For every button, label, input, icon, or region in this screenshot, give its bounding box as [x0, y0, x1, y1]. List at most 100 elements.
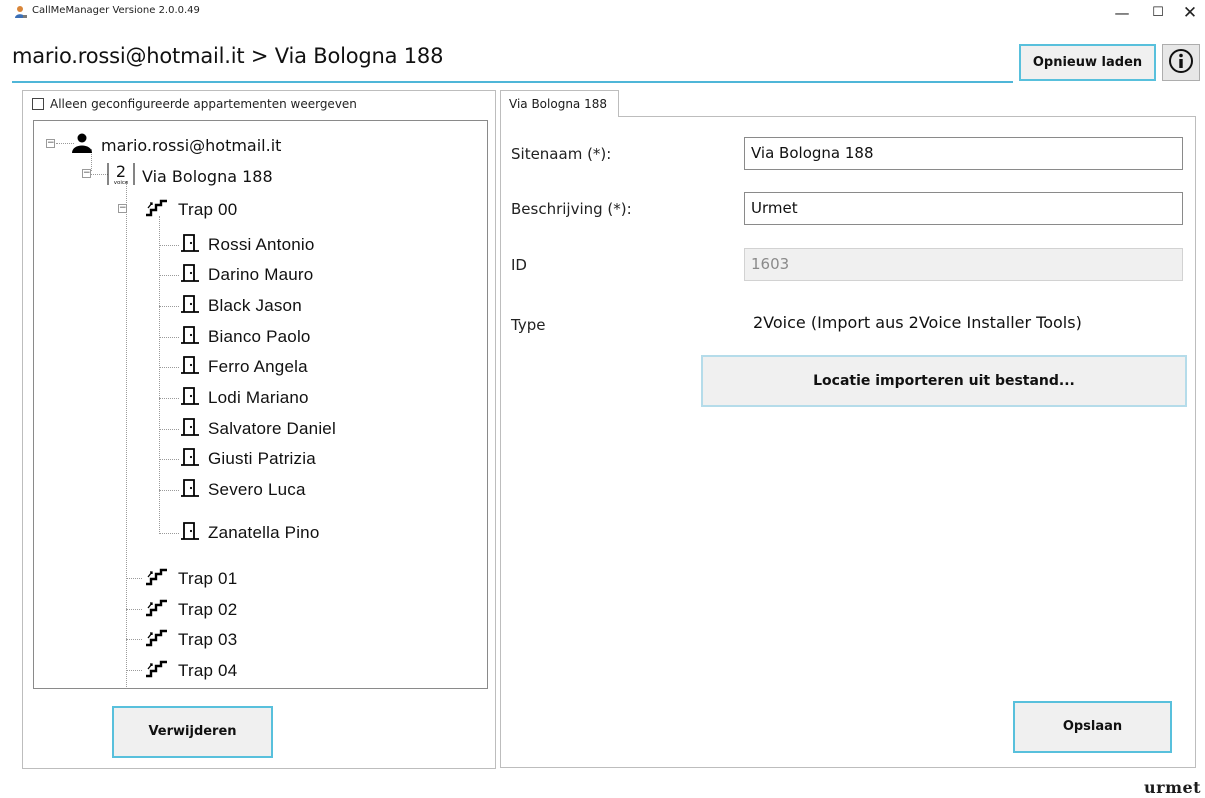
stairs-icon — [144, 199, 170, 221]
close-button[interactable]: ✕ — [1172, 2, 1205, 24]
tree-line — [159, 367, 179, 368]
title-bar: CallMeManager Versione 2.0.0.49 — ☐ ✕ — [0, 0, 1205, 26]
site-tree[interactable]: − mario.rossi@hotmail.it − 2 voice Via B… — [33, 120, 488, 689]
tree-user-node[interactable]: mario.rossi@hotmail.it — [71, 133, 281, 157]
tree-expander[interactable]: − — [118, 204, 127, 213]
filter-checkbox[interactable] — [32, 98, 44, 110]
minimize-button[interactable]: — — [1104, 2, 1140, 24]
door-icon — [180, 325, 200, 349]
tree-site-label: Via Bologna 188 — [142, 166, 273, 186]
tree-line — [159, 337, 179, 338]
type-value: 2Voice (Import aus 2Voice Installer Tool… — [753, 313, 1082, 332]
tree-line — [159, 490, 179, 491]
door-icon — [180, 233, 200, 257]
breadcrumb: mario.rossi@hotmail.it > Via Bologna 188 — [12, 44, 444, 68]
tree-line — [126, 578, 142, 579]
stairs-icon — [144, 660, 170, 682]
tree-stair-node[interactable]: Trap 04 — [144, 660, 237, 682]
tree-line — [126, 670, 142, 671]
tree-expander[interactable]: − — [82, 169, 91, 178]
filter-checkbox-row[interactable]: Alleen geconfigureerde appartementen wee… — [32, 96, 357, 112]
type-label: Type — [511, 316, 546, 334]
tree-apartment-label: Giusti Patrizia — [208, 449, 316, 468]
tree-stair-node[interactable]: Trap 00 — [144, 199, 237, 221]
tree-line — [159, 275, 179, 276]
description-input[interactable]: Urmet — [744, 192, 1183, 225]
tree-apartment-node[interactable]: Rossi Antonio — [180, 233, 315, 257]
svg-text:voice: voice — [114, 180, 129, 186]
import-location-button[interactable]: Locatie importeren uit bestand... — [701, 355, 1187, 407]
delete-button[interactable]: Verwijderen — [112, 706, 273, 758]
stairs-icon — [144, 629, 170, 651]
tree-stair-node[interactable]: Trap 03 — [144, 629, 237, 651]
save-button[interactable]: Opslaan — [1013, 701, 1172, 753]
tree-line — [126, 609, 142, 610]
tree-stair-label: Trap 01 — [178, 569, 238, 588]
door-icon — [180, 294, 200, 318]
tree-stair-label: Trap 03 — [178, 630, 238, 649]
maximize-button[interactable]: ☐ — [1140, 2, 1176, 24]
2voice-icon: 2 voice — [106, 161, 136, 191]
filter-checkbox-label: Alleen geconfigureerde appartementen wee… — [50, 97, 357, 111]
tree-stair-label: Trap 02 — [178, 600, 238, 619]
tree-apartment-label: Ferro Angela — [208, 357, 308, 376]
tree-apartment-label: Lodi Mariano — [208, 388, 309, 407]
tree-apartment-node[interactable]: Severo Luca — [180, 478, 306, 502]
tree-stair-node[interactable]: Trap 02 — [144, 599, 237, 621]
tree-line — [126, 181, 127, 687]
urmet-logo: urmet — [1144, 778, 1202, 797]
tree-apartment-label: Bianco Paolo — [208, 327, 311, 346]
tree-line — [159, 216, 160, 534]
description-label: Beschrijving (*): — [511, 200, 632, 218]
tree-user-label: mario.rossi@hotmail.it — [101, 135, 282, 155]
tree-stair-node[interactable]: Trap 01 — [144, 568, 237, 590]
tree-apartment-node[interactable]: Lodi Mariano — [180, 386, 309, 410]
door-icon — [180, 417, 200, 441]
tab-site[interactable]: Via Bologna 188 — [500, 90, 619, 117]
info-icon — [1168, 48, 1194, 78]
door-icon — [180, 447, 200, 471]
header-underline — [12, 81, 1013, 83]
tree-stair-label: Trap 04 — [178, 661, 238, 680]
id-label: ID — [511, 256, 527, 274]
info-button[interactable] — [1162, 44, 1200, 81]
site-name-input[interactable]: Via Bologna 188 — [744, 137, 1183, 170]
tree-apartment-label: Rossi Antonio — [208, 235, 315, 254]
tree-line — [159, 306, 179, 307]
tree-apartment-node[interactable]: Ferro Angela — [180, 355, 308, 379]
tree-apartment-label: Darino Mauro — [208, 265, 314, 284]
window-title: CallMeManager Versione 2.0.0.49 — [32, 5, 200, 16]
tree-stair-label: Trap 00 — [178, 200, 238, 219]
tree-apartment-node[interactable]: Zanatella Pino — [180, 521, 319, 545]
door-icon — [180, 355, 200, 379]
id-field: 1603 — [744, 248, 1183, 281]
tree-line — [159, 245, 179, 246]
stairs-icon — [144, 568, 170, 590]
tree-line — [159, 459, 179, 460]
tree-site-node[interactable]: 2 voice Via Bologna 188 — [106, 161, 273, 191]
tree-apartment-label: Black Jason — [208, 296, 302, 315]
tree-apartment-label: Salvatore Daniel — [208, 419, 336, 438]
tree-apartment-node[interactable]: Black Jason — [180, 294, 302, 318]
door-icon — [180, 386, 200, 410]
tree-apartment-node[interactable]: Bianco Paolo — [180, 325, 311, 349]
site-name-label: Sitenaam (*): — [511, 145, 612, 163]
person-icon — [71, 133, 93, 157]
door-icon — [180, 521, 200, 545]
tree-line — [159, 429, 179, 430]
svg-text:2: 2 — [116, 162, 126, 181]
door-icon — [180, 478, 200, 502]
door-icon — [180, 263, 200, 287]
tree-apartment-node[interactable]: Darino Mauro — [180, 263, 313, 287]
tree-line — [159, 398, 179, 399]
reload-button[interactable]: Opnieuw laden — [1019, 44, 1156, 81]
tree-apartment-node[interactable]: Giusti Patrizia — [180, 447, 316, 471]
tree-apartment-label: Zanatella Pino — [208, 523, 320, 542]
tree-line — [159, 533, 179, 534]
stairs-icon — [144, 599, 170, 621]
tree-line — [126, 639, 142, 640]
tree-apartment-node[interactable]: Salvatore Daniel — [180, 417, 336, 441]
user-app-icon — [14, 4, 28, 18]
tree-apartment-label: Severo Luca — [208, 480, 306, 499]
tree-expander[interactable]: − — [46, 139, 55, 148]
